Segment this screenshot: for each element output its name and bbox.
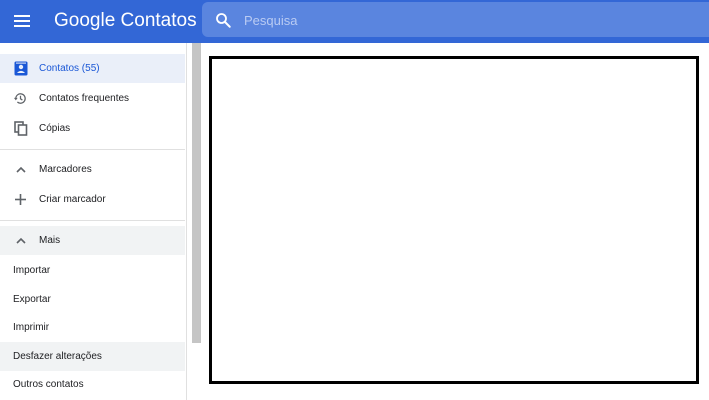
plus-icon (12, 191, 29, 208)
sidebar-scrollbar[interactable] (192, 43, 201, 343)
app-title: Google Contatos (54, 10, 197, 31)
sidebar-item-export[interactable]: Exportar (0, 285, 185, 314)
sidebar-divider (0, 220, 185, 221)
search-bar[interactable] (202, 2, 709, 37)
sidebar-item-label: Imprimir (13, 322, 50, 333)
sidebar-item-label: Desfazer alterações (13, 351, 102, 362)
sidebar-item-label: Exportar (13, 294, 51, 305)
labels-section-label: Marcadores (39, 164, 92, 175)
labels-section-toggle[interactable]: Marcadores (0, 155, 185, 184)
contact-card-icon (12, 60, 29, 77)
sidebar-item-copies[interactable]: Cópias (0, 114, 185, 143)
sidebar-item-label: Cópias (39, 123, 71, 134)
copy-icon (12, 120, 29, 137)
sidebar-item-other-contacts[interactable]: Outros contatos (0, 370, 185, 399)
history-icon (12, 90, 29, 107)
sidebar: Contatos (55) Contatos frequentes Cópias (0, 43, 187, 400)
more-section-toggle[interactable]: Mais (0, 226, 185, 255)
sidebar-item-label: Importar (13, 265, 51, 276)
create-label-label: Criar marcador (39, 194, 106, 205)
sidebar-item-label: Contatos (55) (39, 63, 100, 74)
sidebar-item-frequent[interactable]: Contatos frequentes (0, 84, 185, 113)
more-section-label: Mais (39, 235, 61, 246)
hamburger-menu-icon (14, 15, 30, 27)
app-header: Google Contatos (0, 0, 709, 43)
sidebar-item-print[interactable]: Imprimir (0, 313, 185, 342)
sidebar-divider (0, 149, 185, 150)
main-menu-button[interactable] (10, 9, 34, 33)
content-area (209, 56, 699, 384)
sidebar-item-label: Outros contatos (13, 379, 84, 390)
chevron-up-icon (12, 232, 29, 249)
search-icon[interactable] (214, 11, 232, 29)
search-input[interactable] (242, 8, 696, 32)
sidebar-item-undo-changes[interactable]: Desfazer alterações (0, 342, 185, 371)
sidebar-item-import[interactable]: Importar (0, 256, 185, 285)
sidebar-item-contacts[interactable]: Contatos (55) (0, 54, 185, 83)
chevron-up-icon (12, 161, 29, 178)
create-label-button[interactable]: Criar marcador (0, 185, 185, 214)
sidebar-item-label: Contatos frequentes (39, 93, 130, 104)
